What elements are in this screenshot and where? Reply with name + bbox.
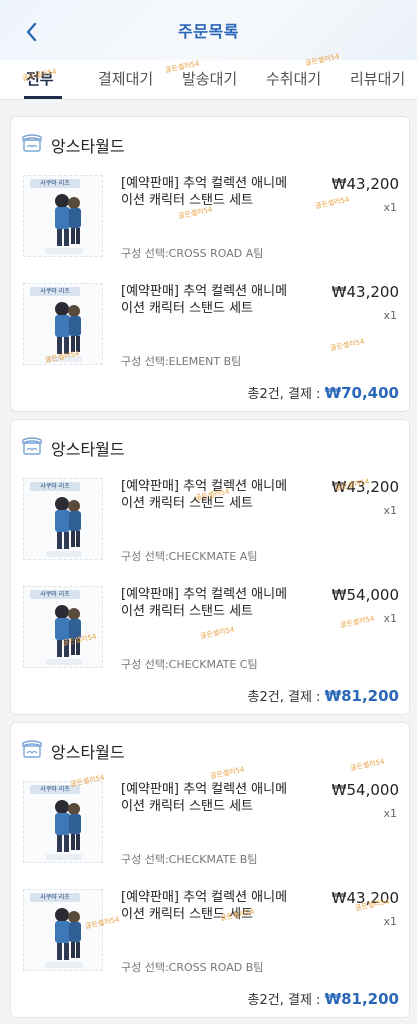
store-row[interactable]: 앙스타월드: [11, 735, 409, 765]
order-summary: 총2건, 결제 : ₩81,200: [248, 686, 399, 705]
active-tab-indicator: [24, 96, 62, 99]
item-option: 구성 선택:CHECKMATE A팀: [121, 550, 258, 563]
stand-base: [46, 962, 82, 968]
order-item[interactable]: 사쿠마 리츠 [예약판매] 추억 컬렉션 애니메이션 캐릭터 스탠드 세트 ₩43,…: [11, 283, 409, 383]
product-thumbnail[interactable]: 사쿠마 리츠: [23, 175, 103, 257]
stand-base: [46, 356, 82, 362]
tab-review-pending[interactable]: 리뷰대기: [350, 68, 405, 89]
stand-base: [46, 551, 82, 557]
character-figure-image: [55, 908, 81, 960]
product-thumbnail[interactable]: 사쿠마 리츠: [23, 478, 103, 560]
product-thumbnail[interactable]: 사쿠마 리츠: [23, 283, 103, 365]
tab-receipt-pending[interactable]: 수취대기: [266, 68, 321, 89]
thumbnail-title: 사쿠마 리츠: [30, 785, 80, 794]
product-name[interactable]: [예약판매] 추억 컬렉션 애니메이션 캐릭터 스탠드 세트: [121, 175, 293, 209]
item-option: 구성 선택:CROSS ROAD A팀: [121, 247, 264, 260]
item-quantity: x1: [383, 612, 397, 625]
thumbnail-title: 사쿠마 리츠: [30, 590, 80, 599]
item-quantity: x1: [383, 915, 397, 928]
summary-label: 총2건, 결제 :: [247, 690, 321, 705]
product-name[interactable]: [예약판매] 추억 컬렉션 애니메이션 캐릭터 스탠드 세트: [121, 781, 293, 815]
thumbnail-title: 사쿠마 리츠: [30, 179, 80, 188]
app-header: 주문목록: [0, 0, 417, 60]
product-thumbnail[interactable]: 사쿠마 리츠: [23, 586, 103, 668]
store-icon: [22, 437, 42, 455]
order-total: ₩81,200: [324, 990, 399, 1008]
product-name[interactable]: [예약판매] 추억 컬렉션 애니메이션 캐릭터 스탠드 세트: [121, 283, 293, 317]
order-total: ₩70,400: [324, 384, 399, 402]
order-item[interactable]: 사쿠마 리츠 [예약판매] 추억 컬렉션 애니메이션 캐릭터 스탠드 세트 ₩43,…: [11, 175, 409, 275]
item-price: ₩54,000: [331, 781, 399, 799]
order-card[interactable]: 앙스타월드사쿠마 리츠 [예약판매] 추억 컬렉션 애니메이션 캐릭터 스탠드 세…: [10, 116, 410, 412]
character-figure-image: [55, 800, 81, 852]
stand-base: [46, 659, 82, 665]
order-item[interactable]: 사쿠마 리츠 [예약판매] 추억 컬렉션 애니메이션 캐릭터 스탠드 세트 ₩54,…: [11, 586, 409, 686]
tab-all[interactable]: 전부: [26, 68, 54, 89]
order-status-tabs: 전부 결제대기 발송대기 수취대기 리뷰대기: [0, 60, 417, 100]
character-figure-image: [55, 302, 81, 354]
item-quantity: x1: [383, 807, 397, 820]
tab-shipping-pending[interactable]: 발송대기: [182, 68, 237, 89]
item-option: 구성 선택:CROSS ROAD B팀: [121, 961, 264, 974]
item-quantity: x1: [383, 309, 397, 322]
item-option: 구성 선택:ELEMENT B팀: [121, 355, 242, 368]
character-figure-image: [55, 194, 81, 246]
item-option: 구성 선택:CHECKMATE B팀: [121, 853, 258, 866]
character-figure-image: [55, 497, 81, 549]
item-price: ₩43,200: [331, 175, 399, 193]
product-thumbnail[interactable]: 사쿠마 리츠: [23, 889, 103, 971]
store-icon: [22, 740, 42, 758]
thumbnail-title: 사쿠마 리츠: [30, 287, 80, 296]
item-quantity: x1: [383, 504, 397, 517]
order-card[interactable]: 앙스타월드사쿠마 리츠 [예약판매] 추억 컬렉션 애니메이션 캐릭터 스탠드 세…: [10, 419, 410, 715]
store-row[interactable]: 앙스타월드: [11, 432, 409, 462]
summary-label: 총2건, 결제 :: [247, 993, 321, 1008]
character-figure-image: [55, 605, 81, 657]
order-item[interactable]: 사쿠마 리츠 [예약판매] 추억 컬렉션 애니메이션 캐릭터 스탠드 세트 ₩54,…: [11, 781, 409, 881]
product-name[interactable]: [예약판매] 추억 컬렉션 애니메이션 캐릭터 스탠드 세트: [121, 478, 293, 512]
thumbnail-title: 사쿠마 리츠: [30, 482, 80, 491]
store-name: 앙스타월드: [51, 743, 125, 762]
stand-base: [46, 854, 82, 860]
page-title: 주문목록: [178, 22, 239, 41]
stand-base: [46, 248, 82, 254]
thumbnail-title: 사쿠마 리츠: [30, 893, 80, 902]
item-quantity: x1: [383, 201, 397, 214]
order-item[interactable]: 사쿠마 리츠 [예약판매] 추억 컬렉션 애니메이션 캐릭터 스탠드 세트 ₩43,…: [11, 478, 409, 578]
product-thumbnail[interactable]: 사쿠마 리츠: [23, 781, 103, 863]
order-summary: 총2건, 결제 : ₩70,400: [248, 383, 399, 402]
order-item[interactable]: 사쿠마 리츠 [예약판매] 추억 컬렉션 애니메이션 캐릭터 스탠드 세트 ₩43,…: [11, 889, 409, 989]
item-price: ₩43,200: [331, 889, 399, 907]
order-summary: 총2건, 결제 : ₩81,200: [248, 989, 399, 1008]
summary-label: 총2건, 결제 :: [247, 387, 321, 402]
item-price: ₩43,200: [331, 283, 399, 301]
order-total: ₩81,200: [324, 687, 399, 705]
store-row[interactable]: 앙스타월드: [11, 129, 409, 159]
store-icon: [22, 134, 42, 152]
product-name[interactable]: [예약판매] 추억 컬렉션 애니메이션 캐릭터 스탠드 세트: [121, 889, 293, 923]
item-option: 구성 선택:CHECKMATE C팀: [121, 658, 258, 671]
order-card[interactable]: 앙스타월드사쿠마 리츠 [예약판매] 추억 컬렉션 애니메이션 캐릭터 스탠드 세…: [10, 722, 410, 1018]
store-name: 앙스타월드: [51, 440, 125, 459]
item-price: ₩54,000: [331, 586, 399, 604]
product-name[interactable]: [예약판매] 추억 컬렉션 애니메이션 캐릭터 스탠드 세트: [121, 586, 293, 620]
tab-payment-pending[interactable]: 결제대기: [98, 68, 153, 89]
store-name: 앙스타월드: [51, 137, 125, 156]
item-price: ₩43,200: [331, 478, 399, 496]
